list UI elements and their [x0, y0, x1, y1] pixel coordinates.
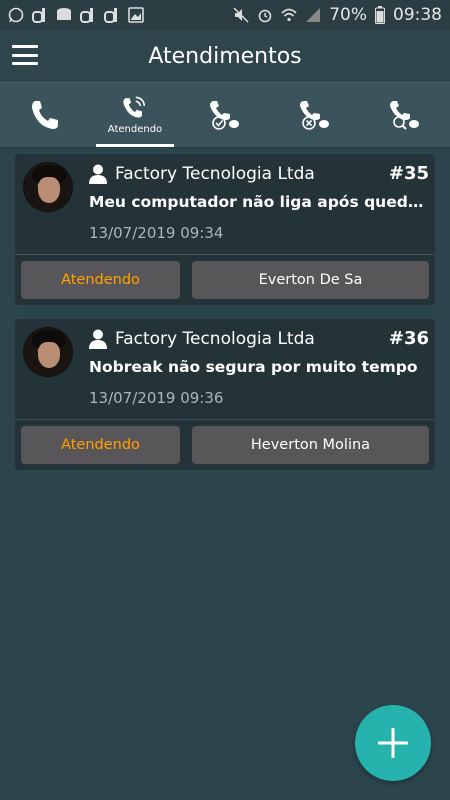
tab-calls[interactable]	[0, 83, 90, 147]
agent-button[interactable]: Heverton Molina	[192, 426, 429, 464]
phone-search-icon	[390, 101, 419, 130]
status-button[interactable]: Atendendo	[21, 261, 180, 299]
storage-icon	[57, 8, 71, 20]
add-ticket-button[interactable]	[355, 705, 431, 781]
alarm-icon	[258, 9, 272, 23]
ticket-subject: Meu computador não liga após queda de...	[89, 193, 429, 211]
tab-finished[interactable]	[180, 83, 270, 147]
image-icon	[128, 7, 144, 23]
notification-icons	[8, 7, 144, 23]
app-d-icon	[32, 8, 45, 23]
menu-button[interactable]	[12, 42, 38, 68]
status-button[interactable]: Atendendo	[21, 426, 180, 464]
tab-cancelled[interactable]	[270, 83, 360, 147]
phone-check-icon	[210, 101, 239, 130]
ticket-number: #35	[388, 163, 429, 184]
phone-ringing-icon	[123, 96, 146, 118]
avatar	[23, 162, 73, 212]
ticket-list: Factory Tecnologia Ltda #35 Meu computad…	[0, 148, 450, 470]
app-bar: Atendimentos	[0, 30, 450, 82]
phone-icon	[32, 101, 58, 129]
phone-cancel-icon	[300, 101, 329, 130]
page-title: Atendimentos	[148, 43, 302, 69]
tab-bar: Atendendo	[0, 82, 450, 148]
plus-icon	[378, 728, 408, 758]
battery-icon	[375, 6, 385, 24]
signal-icon	[306, 8, 321, 22]
ticket-subject: Nobreak não segura por muito tempo	[89, 358, 418, 376]
tab-search[interactable]	[360, 83, 450, 147]
ticket-number: #36	[388, 328, 429, 349]
wifi-icon	[281, 8, 297, 22]
avatar	[23, 327, 73, 377]
whatsapp-icon	[8, 7, 24, 23]
battery-percent: 70%	[329, 5, 367, 25]
ticket-card[interactable]: Factory Tecnologia Ltda #36 Nobreak não …	[15, 319, 435, 470]
tab-label: Atendendo	[107, 124, 163, 135]
clock: 09:38	[393, 5, 442, 25]
hamburger-icon	[12, 45, 38, 48]
user-icon	[89, 329, 107, 349]
ticket-card[interactable]: Factory Tecnologia Ltda #35 Meu computad…	[15, 154, 435, 305]
status-bar: 70% 09:38	[0, 0, 450, 30]
tab-atendendo[interactable]: Atendendo	[90, 83, 180, 147]
user-icon	[89, 164, 107, 184]
company-name: Factory Tecnologia Ltda	[115, 329, 315, 349]
app-d-icon	[104, 8, 117, 23]
system-icons: 70% 09:38	[233, 5, 442, 25]
ticket-date: 13/07/2019 09:34	[89, 224, 224, 242]
app-d-icon	[80, 8, 93, 23]
mute-icon	[233, 7, 249, 23]
company-name: Factory Tecnologia Ltda	[115, 164, 315, 184]
agent-button[interactable]: Everton De Sa	[192, 261, 429, 299]
ticket-date: 13/07/2019 09:36	[89, 389, 224, 407]
